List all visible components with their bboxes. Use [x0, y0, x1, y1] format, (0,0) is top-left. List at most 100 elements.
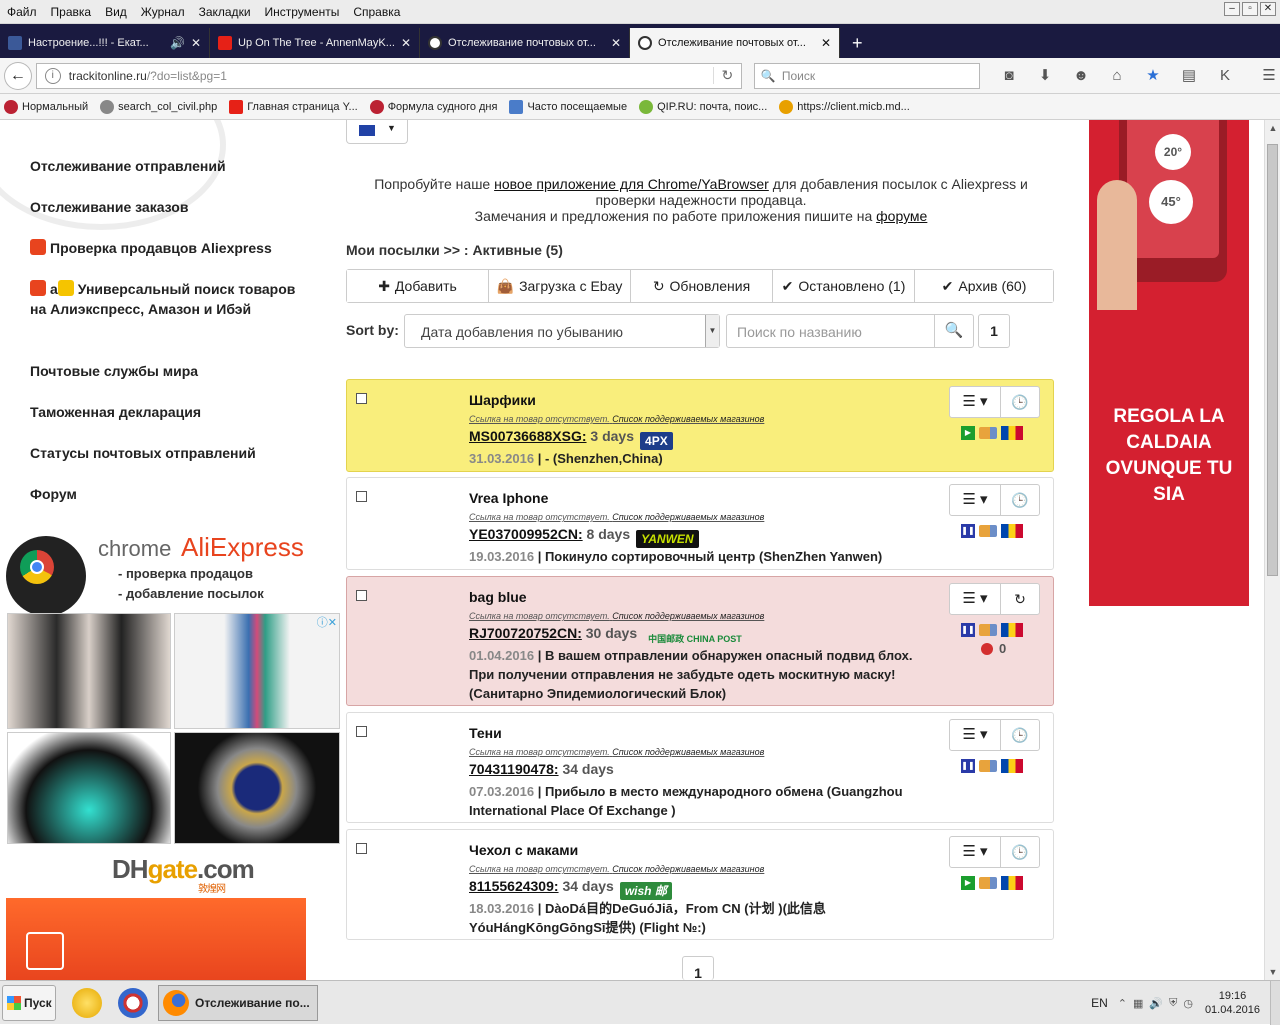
product-link-missing[interactable]: Ссылка на товар отсутствует. [469, 747, 610, 757]
menu-view[interactable]: Вид [98, 5, 134, 19]
sidebar-item-universal-search[interactable]: a Универсальный поиск товаров на Алиэкспр… [30, 279, 300, 319]
language-indicator[interactable]: EN [1091, 996, 1108, 1010]
minimize-icon[interactable]: – [1224, 2, 1240, 16]
clock-tray-icon[interactable]: ◷ [1183, 997, 1193, 1010]
sidebar-item-tracking[interactable]: Отслеживание отправлений [30, 156, 300, 176]
star-icon[interactable]: ★ [1142, 65, 1164, 87]
tab-tracking-2[interactable]: Отслеживание почтовых от... ✕ [630, 28, 840, 58]
parcel-menu-button[interactable]: ☰ ▾ [949, 386, 1001, 418]
parcel-checkbox[interactable] [356, 843, 367, 854]
product-link-missing[interactable]: Ссылка на товар отсутствует. [469, 414, 610, 424]
pause-icon[interactable]: ❚❚ [961, 623, 975, 637]
reload-icon[interactable]: ↻ [712, 67, 741, 84]
sort-select[interactable]: Дата добавления по убыванию ▼ [404, 314, 720, 348]
page-scrollbar[interactable]: ▲ ▼ [1264, 120, 1280, 980]
tracking-number-link[interactable]: 70431190478: [469, 761, 559, 777]
address-bar[interactable]: i trackitonline.ru/?do=list&pg=1 ↻ [35, 62, 742, 89]
ad-image-clothing-1[interactable] [7, 613, 171, 729]
stopped-button[interactable]: ✔ Остановлено (1) [773, 270, 915, 302]
ad-banner-right[interactable]: 20° 45° REGOLA LA CALDAIA OVUNQUE TU SIA [1089, 120, 1249, 606]
parcel-checkbox[interactable] [356, 393, 367, 404]
parcel-menu-button[interactable]: ☰ ▾ [949, 836, 1001, 868]
bookmark-item[interactable]: Часто посещаемые [509, 99, 627, 114]
1c-icon[interactable] [72, 987, 102, 1018]
parcel-menu-button[interactable]: ☰ ▾ [949, 484, 1001, 516]
updates-button[interactable]: ↻ Обновления [631, 270, 773, 302]
pagination-page[interactable]: 1 [682, 956, 714, 980]
taskbar-window-firefox[interactable]: Отслеживание по... [158, 984, 318, 1021]
antivirus-icon[interactable]: ⛨ [1169, 997, 1177, 1010]
region-selector[interactable]: ▼ [346, 120, 408, 144]
speaker-icon[interactable]: 🔊 [170, 36, 185, 50]
dhgate-logo[interactable]: DHgate.com 敦煌网 [112, 854, 255, 895]
ad-image-sneakers[interactable] [7, 732, 171, 844]
info-icon[interactable]: i [44, 67, 61, 84]
tab-close-icon[interactable]: ✕ [821, 36, 831, 50]
ebay-import-button[interactable]: 👜 Загрузка с Ebay [489, 270, 631, 302]
scroll-up-icon[interactable]: ▲ [1265, 120, 1280, 136]
maximize-icon[interactable]: ▫ [1242, 2, 1258, 16]
reader-icon[interactable]: ▤ [1178, 65, 1200, 87]
page-number[interactable]: 1 [978, 314, 1010, 348]
play-icon[interactable]: ▶ [961, 426, 975, 440]
tab-close-icon[interactable]: ✕ [401, 36, 411, 50]
sidebar-item-orders[interactable]: Отслеживание заказов [30, 197, 300, 217]
adchoices-icon[interactable]: ⓘ✕ [317, 614, 337, 630]
bookmark-item[interactable]: search_col_civil.php [100, 99, 217, 114]
emoji-icon[interactable]: ☻ [1070, 65, 1092, 87]
play-icon[interactable]: ▶ [961, 876, 975, 890]
start-button[interactable]: Пуск [2, 984, 56, 1021]
tray-clock[interactable]: 19:16 01.04.2016 [1205, 989, 1260, 1017]
browser-search-input[interactable]: 🔍 Поиск [753, 62, 980, 89]
ad-image-clothing-2[interactable]: ⓘ✕ [174, 613, 340, 729]
scrollbar-thumb[interactable] [1267, 144, 1278, 576]
sidebar-item-customs[interactable]: Таможенная декларация [30, 402, 300, 422]
name-search-button[interactable]: 🔍 [934, 314, 974, 348]
supported-shops-link[interactable]: Список поддерживаемых магазинов [612, 512, 764, 522]
parcel-menu-button[interactable]: ☰ ▾ [949, 583, 1001, 615]
ad-banner-bottom[interactable] [6, 898, 306, 980]
pause-icon[interactable]: ❚❚ [961, 759, 975, 773]
tab-youtube[interactable]: Up On The Tree - AnnenMayK... ✕ [210, 28, 420, 58]
menu-bookmarks[interactable]: Закладки [192, 5, 258, 19]
tab-close-icon[interactable]: ✕ [191, 36, 201, 50]
parcel-schedule-button[interactable]: 🕒 [1000, 719, 1040, 751]
pocket-icon[interactable]: ◙ [998, 65, 1020, 87]
product-link-missing[interactable]: Ссылка на товар отсутствует. [469, 611, 610, 621]
tab-facebook[interactable]: Настроение...!!! - Екат... 🔊 ✕ [0, 28, 210, 58]
tab-tracking-1[interactable]: Отслеживание почтовых от... ✕ [420, 28, 630, 58]
sidebar-item-statuses[interactable]: Статусы почтовых отправлений [30, 443, 300, 463]
ad-image-watch[interactable] [174, 732, 340, 844]
supported-shops-link[interactable]: Список поддерживаемых магазинов [612, 414, 764, 424]
pause-icon[interactable]: ❚❚ [961, 524, 975, 538]
hamburger-menu-icon[interactable]: ☰ [1258, 65, 1280, 87]
parcel-refresh-button[interactable]: ↻ [1000, 583, 1040, 615]
sidebar-item-forum[interactable]: Форум [30, 484, 300, 504]
close-icon[interactable]: ✕ [1260, 2, 1276, 16]
menu-file[interactable]: Файл [0, 5, 44, 19]
bookmark-item[interactable]: Формула судного дня [369, 99, 497, 114]
network-icon[interactable]: ▦ [1133, 997, 1143, 1010]
add-button[interactable]: ✚ Добавить [347, 270, 489, 302]
parcel-schedule-button[interactable]: 🕒 [1000, 386, 1040, 418]
back-arrow-icon[interactable]: ← [4, 61, 32, 90]
name-search-input[interactable]: Поиск по названию [726, 314, 956, 348]
tracking-number-link[interactable]: RJ700720752CN: [469, 625, 582, 641]
supported-shops-link[interactable]: Список поддерживаемых магазинов [612, 611, 764, 621]
speaker-icon[interactable]: 🔊 [1149, 997, 1163, 1010]
tracking-number-link[interactable]: MS00736688XSG: [469, 428, 587, 444]
parcel-checkbox[interactable] [356, 726, 367, 737]
bookmark-item[interactable]: https://client.micb.md... [779, 99, 910, 114]
menu-history[interactable]: Журнал [134, 5, 192, 19]
forum-link[interactable]: форуме [876, 208, 927, 224]
product-link-missing[interactable]: Ссылка на товар отсутствует. [469, 864, 610, 874]
show-desktop-button[interactable] [1270, 981, 1280, 1025]
scroll-down-icon[interactable]: ▼ [1265, 964, 1280, 980]
tracking-number-link[interactable]: 81155624309: [469, 878, 559, 894]
app-icon[interactable] [118, 987, 148, 1018]
supported-shops-link[interactable]: Список поддерживаемых магазинов [612, 747, 764, 757]
parcel-schedule-button[interactable]: 🕒 [1000, 836, 1040, 868]
parcel-schedule-button[interactable]: 🕒 [1000, 484, 1040, 516]
bookmark-item[interactable]: QIP.RU: почта, поис... [639, 99, 767, 114]
chrome-app-link[interactable]: новое приложение для Chrome/YaBrowser [494, 176, 769, 192]
